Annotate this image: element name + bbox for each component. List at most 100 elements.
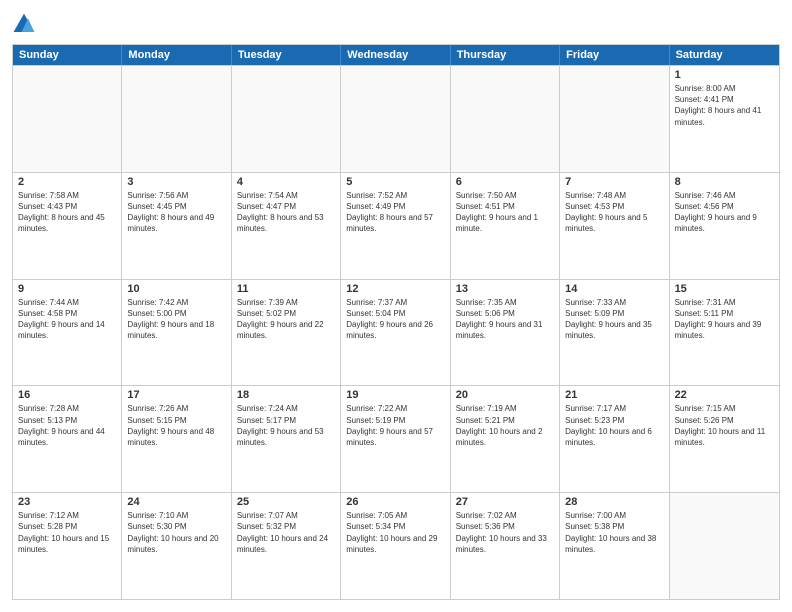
weekday-header: Wednesday <box>341 45 450 65</box>
day-number: 9 <box>18 283 116 295</box>
weekday-header: Tuesday <box>232 45 341 65</box>
day-number: 4 <box>237 176 335 188</box>
day-info: Sunrise: 7:05 AM Sunset: 5:34 PM Dayligh… <box>346 510 444 555</box>
day-number: 6 <box>456 176 554 188</box>
calendar-cell: 26 Sunrise: 7:05 AM Sunset: 5:34 PM Dayli… <box>341 493 450 599</box>
day-info: Sunrise: 7:02 AM Sunset: 5:36 PM Dayligh… <box>456 510 554 555</box>
day-info: Sunrise: 7:58 AM Sunset: 4:43 PM Dayligh… <box>18 190 116 235</box>
day-number: 2 <box>18 176 116 188</box>
calendar-cell: 9 Sunrise: 7:44 AM Sunset: 4:58 PM Daylig… <box>13 280 122 386</box>
calendar-cell <box>670 493 779 599</box>
day-number: 15 <box>675 283 774 295</box>
calendar-cell: 10 Sunrise: 7:42 AM Sunset: 5:00 PM Dayli… <box>122 280 231 386</box>
calendar-row: 1 Sunrise: 8:00 AM Sunset: 4:41 PM Daylig… <box>13 65 779 172</box>
day-info: Sunrise: 7:54 AM Sunset: 4:47 PM Dayligh… <box>237 190 335 235</box>
day-info: Sunrise: 7:31 AM Sunset: 5:11 PM Dayligh… <box>675 297 774 342</box>
day-info: Sunrise: 7:56 AM Sunset: 4:45 PM Dayligh… <box>127 190 225 235</box>
day-number: 27 <box>456 496 554 508</box>
calendar-body: 1 Sunrise: 8:00 AM Sunset: 4:41 PM Daylig… <box>13 65 779 599</box>
calendar-cell: 23Sunrise: 7:12 AM Sunset: 5:28 PM Dayli… <box>13 493 122 599</box>
calendar-cell: 12 Sunrise: 7:37 AM Sunset: 5:04 PM Dayli… <box>341 280 450 386</box>
day-info: Sunrise: 7:48 AM Sunset: 4:53 PM Dayligh… <box>565 190 663 235</box>
calendar-cell: 8Sunrise: 7:46 AM Sunset: 4:56 PM Daylig… <box>670 173 779 279</box>
day-number: 19 <box>346 389 444 401</box>
day-info: Sunrise: 7:26 AM Sunset: 5:15 PM Dayligh… <box>127 403 225 448</box>
calendar-cell: 28 Sunrise: 7:00 AM Sunset: 5:38 PM Dayli… <box>560 493 669 599</box>
calendar-cell: 2 Sunrise: 7:58 AM Sunset: 4:43 PM Daylig… <box>13 173 122 279</box>
calendar-row: 16 Sunrise: 7:28 AM Sunset: 5:13 PM Dayli… <box>13 385 779 492</box>
calendar-cell: 7 Sunrise: 7:48 AM Sunset: 4:53 PM Daylig… <box>560 173 669 279</box>
day-number: 10 <box>127 283 225 295</box>
day-info: Sunrise: 8:00 AM Sunset: 4:41 PM Dayligh… <box>675 83 774 128</box>
calendar-header: SundayMondayTuesdayWednesdayThursdayFrid… <box>13 45 779 65</box>
day-number: 17 <box>127 389 225 401</box>
day-info: Sunrise: 7:33 AM Sunset: 5:09 PM Dayligh… <box>565 297 663 342</box>
calendar-cell: 18 Sunrise: 7:24 AM Sunset: 5:17 PM Dayli… <box>232 386 341 492</box>
day-info: Sunrise: 7:35 AM Sunset: 5:06 PM Dayligh… <box>456 297 554 342</box>
day-info: Sunrise: 7:19 AM Sunset: 5:21 PM Dayligh… <box>456 403 554 448</box>
calendar-cell <box>13 66 122 172</box>
day-number: 18 <box>237 389 335 401</box>
day-number: 14 <box>565 283 663 295</box>
calendar-cell: 27 Sunrise: 7:02 AM Sunset: 5:36 PM Dayli… <box>451 493 560 599</box>
calendar-cell: 16 Sunrise: 7:28 AM Sunset: 5:13 PM Dayli… <box>13 386 122 492</box>
calendar-cell: 15 Sunrise: 7:31 AM Sunset: 5:11 PM Dayli… <box>670 280 779 386</box>
day-number: 16 <box>18 389 116 401</box>
day-info: Sunrise: 7:39 AM Sunset: 5:02 PM Dayligh… <box>237 297 335 342</box>
day-info: Sunrise: 7:15 AM Sunset: 5:26 PM Dayligh… <box>675 403 774 448</box>
day-info: Sunrise: 7:44 AM Sunset: 4:58 PM Dayligh… <box>18 297 116 342</box>
calendar-row: 2 Sunrise: 7:58 AM Sunset: 4:43 PM Daylig… <box>13 172 779 279</box>
day-number: 7 <box>565 176 663 188</box>
calendar-cell <box>232 66 341 172</box>
day-info: Sunrise: 7:12 AM Sunset: 5:28 PM Dayligh… <box>18 510 116 555</box>
weekday-header: Monday <box>122 45 231 65</box>
calendar-cell: 5 Sunrise: 7:52 AM Sunset: 4:49 PM Daylig… <box>341 173 450 279</box>
calendar-cell: 17 Sunrise: 7:26 AM Sunset: 5:15 PM Dayli… <box>122 386 231 492</box>
day-number: 26 <box>346 496 444 508</box>
day-number: 28 <box>565 496 663 508</box>
calendar-cell: 6Sunrise: 7:50 AM Sunset: 4:51 PM Daylig… <box>451 173 560 279</box>
calendar-cell: 24 Sunrise: 7:10 AM Sunset: 5:30 PM Dayli… <box>122 493 231 599</box>
weekday-header: Sunday <box>13 45 122 65</box>
calendar-cell: 25Sunrise: 7:07 AM Sunset: 5:32 PM Dayli… <box>232 493 341 599</box>
calendar-cell: 1 Sunrise: 8:00 AM Sunset: 4:41 PM Daylig… <box>670 66 779 172</box>
day-info: Sunrise: 7:10 AM Sunset: 5:30 PM Dayligh… <box>127 510 225 555</box>
header <box>12 12 780 36</box>
calendar-cell: 14 Sunrise: 7:33 AM Sunset: 5:09 PM Dayli… <box>560 280 669 386</box>
logo-icon <box>12 12 36 36</box>
page: SundayMondayTuesdayWednesdayThursdayFrid… <box>0 0 792 612</box>
weekday-header: Saturday <box>670 45 779 65</box>
day-info: Sunrise: 7:00 AM Sunset: 5:38 PM Dayligh… <box>565 510 663 555</box>
day-number: 8 <box>675 176 774 188</box>
day-info: Sunrise: 7:52 AM Sunset: 4:49 PM Dayligh… <box>346 190 444 235</box>
calendar-row: 23Sunrise: 7:12 AM Sunset: 5:28 PM Dayli… <box>13 492 779 599</box>
day-info: Sunrise: 7:28 AM Sunset: 5:13 PM Dayligh… <box>18 403 116 448</box>
calendar-cell: 11Sunrise: 7:39 AM Sunset: 5:02 PM Dayli… <box>232 280 341 386</box>
day-info: Sunrise: 7:07 AM Sunset: 5:32 PM Dayligh… <box>237 510 335 555</box>
calendar-cell: 4 Sunrise: 7:54 AM Sunset: 4:47 PM Daylig… <box>232 173 341 279</box>
day-number: 13 <box>456 283 554 295</box>
day-number: 22 <box>675 389 774 401</box>
calendar-cell: 21 Sunrise: 7:17 AM Sunset: 5:23 PM Dayli… <box>560 386 669 492</box>
day-number: 5 <box>346 176 444 188</box>
calendar-row: 9 Sunrise: 7:44 AM Sunset: 4:58 PM Daylig… <box>13 279 779 386</box>
calendar-cell: 3 Sunrise: 7:56 AM Sunset: 4:45 PM Daylig… <box>122 173 231 279</box>
day-number: 12 <box>346 283 444 295</box>
calendar-cell <box>451 66 560 172</box>
calendar-cell: 19Sunrise: 7:22 AM Sunset: 5:19 PM Dayli… <box>341 386 450 492</box>
calendar-cell <box>341 66 450 172</box>
day-number: 20 <box>456 389 554 401</box>
calendar-cell <box>122 66 231 172</box>
day-number: 24 <box>127 496 225 508</box>
day-info: Sunrise: 7:37 AM Sunset: 5:04 PM Dayligh… <box>346 297 444 342</box>
logo <box>12 12 40 36</box>
day-info: Sunrise: 7:24 AM Sunset: 5:17 PM Dayligh… <box>237 403 335 448</box>
calendar-cell: 20 Sunrise: 7:19 AM Sunset: 5:21 PM Dayli… <box>451 386 560 492</box>
day-info: Sunrise: 7:17 AM Sunset: 5:23 PM Dayligh… <box>565 403 663 448</box>
weekday-header: Friday <box>560 45 669 65</box>
day-info: Sunrise: 7:42 AM Sunset: 5:00 PM Dayligh… <box>127 297 225 342</box>
weekday-header: Thursday <box>451 45 560 65</box>
day-number: 3 <box>127 176 225 188</box>
day-number: 21 <box>565 389 663 401</box>
day-number: 1 <box>675 69 774 81</box>
